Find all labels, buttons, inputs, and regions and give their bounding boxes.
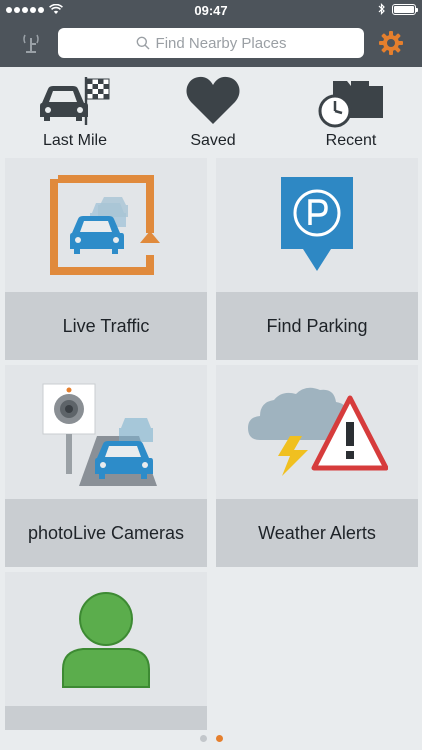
heart-icon [186, 76, 240, 124]
car-finish-flag-icon [40, 77, 110, 125]
tile-photolive-cameras-label: photoLive Cameras [5, 499, 207, 567]
page-dot-1[interactable] [199, 735, 207, 742]
tile-live-traffic-label: Live Traffic [5, 292, 207, 360]
tile-live-traffic[interactable]: Live Traffic [5, 158, 207, 360]
quick-recent-label: Recent [325, 132, 377, 149]
tile-profile[interactable] [5, 572, 207, 730]
traffic-camera-icon [42, 383, 157, 486]
bluetooth-icon [378, 3, 385, 15]
quick-saved-label: Saved [190, 132, 236, 149]
tile-weather-alerts[interactable]: Weather Alerts [216, 365, 418, 567]
search-placeholder: Find Nearby Places [155, 34, 287, 52]
page-dot-2[interactable] [215, 735, 223, 742]
storm-warning-icon [248, 387, 388, 476]
traffic-cars-icon [50, 175, 160, 275]
parking-pin-icon [281, 177, 353, 271]
search-icon [136, 36, 150, 50]
quick-access-bar: Last Mile Saved Recent [0, 67, 422, 155]
status-right [378, 3, 418, 15]
battery-icon [392, 3, 418, 15]
quick-recent[interactable]: Recent [281, 67, 421, 155]
gear-icon[interactable] [378, 30, 404, 56]
quick-saved[interactable]: Saved [143, 67, 283, 155]
status-time: 09:47 [194, 3, 228, 18]
top-bar: 09:47 Find Nearby Places [0, 0, 422, 67]
tile-profile-label [5, 706, 207, 730]
tile-weather-alerts-label: Weather Alerts [216, 499, 418, 567]
tile-find-parking-label: Find Parking [216, 292, 418, 360]
quick-last-mile[interactable]: Last Mile [5, 67, 145, 155]
user-profile-icon [62, 592, 150, 688]
tile-find-parking[interactable]: Find Parking [216, 158, 418, 360]
antenna-icon[interactable] [20, 32, 42, 54]
tile-photolive-cameras[interactable]: photoLive Cameras [5, 365, 207, 567]
status-bar: 09:47 [0, 0, 422, 20]
folder-clock-icon [318, 81, 383, 128]
quick-last-mile-label: Last Mile [42, 132, 108, 149]
search-input[interactable]: Find Nearby Places [58, 28, 364, 58]
page-indicator [0, 735, 422, 742]
